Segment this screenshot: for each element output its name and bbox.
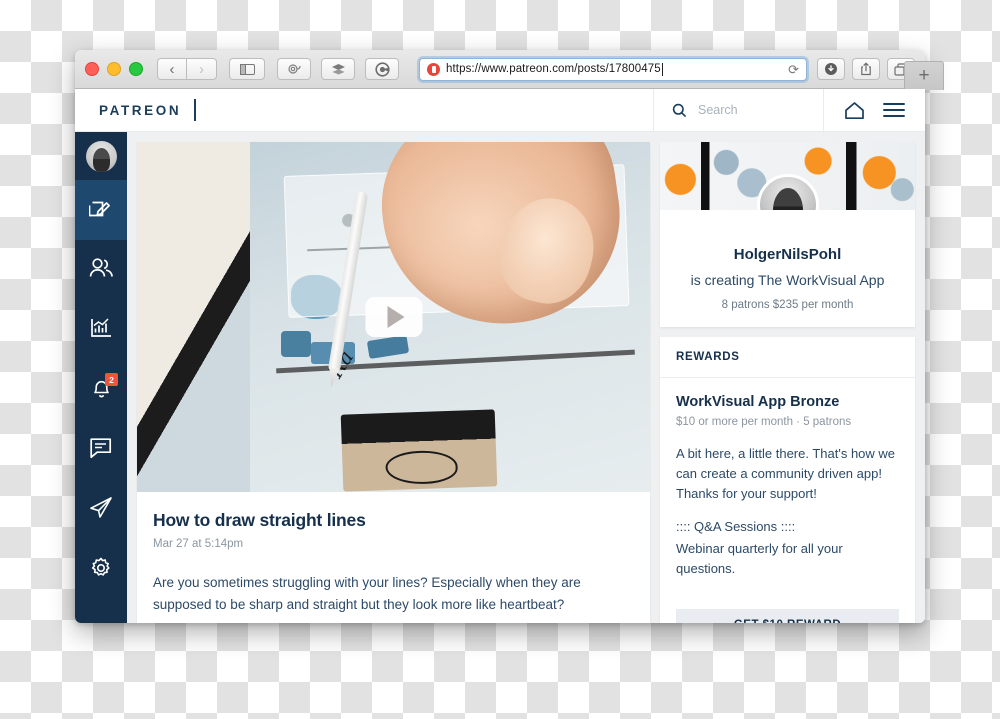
chat-bubble-icon xyxy=(89,437,113,464)
reward-title: WorkVisual App Bronze xyxy=(676,394,840,410)
page-viewport: PATREON Search 2 How to draw straight li… xyxy=(75,89,925,623)
app-stage: 2 How to draw straight lines Mar 27 at 5… xyxy=(75,132,925,623)
post-card: Ra How to draw straight lines Mar 27 at … xyxy=(137,142,650,623)
edit-square-icon xyxy=(88,196,113,225)
sidebar-item-notifications[interactable]: 2 xyxy=(75,360,127,420)
sidebar-toggle-button[interactable] xyxy=(229,58,265,80)
search-icon xyxy=(672,103,687,118)
app-sidebar: 2 xyxy=(75,132,127,623)
reward-description: A bit here, a little there. That's how w… xyxy=(676,444,899,579)
minimize-window-button[interactable] xyxy=(107,62,121,76)
sidebar-item-messages[interactable] xyxy=(75,420,127,480)
creator-name[interactable]: HolgerNilsPohl xyxy=(674,246,901,263)
patreon-logo[interactable]: PATREON xyxy=(75,99,197,121)
rewards-card: REWARDS WorkVisual App Bronze $10 or mor… xyxy=(660,337,915,623)
layers-button[interactable] xyxy=(321,58,355,80)
close-window-button[interactable] xyxy=(85,62,99,76)
search-box[interactable]: Search xyxy=(653,89,823,131)
reward-desc-paragraph: Webinar quarterly for all your questions… xyxy=(676,541,843,576)
bar-chart-icon xyxy=(90,317,113,344)
right-rail: HolgerNilsPohl is creating The WorkVisua… xyxy=(660,142,915,623)
browser-toolbar: ‹ › https://www.patreon.com/posts/178004… xyxy=(75,50,944,90)
snail-icon xyxy=(288,64,301,74)
play-button-icon[interactable] xyxy=(365,297,422,337)
share-button[interactable] xyxy=(852,58,880,80)
paper-plane-icon xyxy=(89,496,113,524)
get-reward-button[interactable]: GET $10 REWARD xyxy=(676,608,899,623)
chevron-right-icon: › xyxy=(199,60,204,78)
downloads-button[interactable] xyxy=(817,58,845,80)
chevron-left-icon: ‹ xyxy=(169,60,175,78)
reward-meta: $10 or more per month · 5 patrons xyxy=(676,416,852,428)
sketch-card xyxy=(340,408,498,492)
creator-info: HolgerNilsPohl is creating The WorkVisua… xyxy=(660,210,915,327)
home-icon[interactable] xyxy=(844,101,865,120)
extension-icon xyxy=(374,61,390,77)
notification-badge: 2 xyxy=(105,373,118,386)
stack-icon xyxy=(331,63,345,74)
sidebar-item-insights[interactable] xyxy=(75,300,127,360)
sidebar-item-send[interactable] xyxy=(75,480,127,540)
avatar xyxy=(85,140,117,172)
rewards-section-title: REWARDS xyxy=(660,337,915,378)
address-bar[interactable]: https://www.patreon.com/posts/17800475 ⟳ xyxy=(419,57,807,81)
reward-tier: WorkVisual App Bronze $10 or more per mo… xyxy=(660,378,915,593)
creator-cover xyxy=(660,142,915,210)
sidebar-icon xyxy=(239,63,255,75)
search-placeholder: Search xyxy=(698,103,738,117)
reader-snail-button[interactable] xyxy=(277,58,311,80)
post-date: Mar 27 at 5:14pm xyxy=(153,538,244,550)
sketch-blob xyxy=(280,331,311,357)
reward-desc-paragraph: A bit here, a little there. That's how w… xyxy=(676,446,896,501)
header-icons xyxy=(823,89,925,131)
people-icon xyxy=(89,257,114,284)
reload-icon[interactable]: ⟳ xyxy=(788,63,799,76)
main-content: Ra How to draw straight lines Mar 27 at … xyxy=(127,132,925,623)
download-icon xyxy=(825,63,837,75)
patreon-logo-bar xyxy=(194,99,197,121)
share-icon xyxy=(861,62,871,76)
text-caret xyxy=(661,62,663,76)
site-favicon xyxy=(427,62,440,76)
post-text: Are you sometimes struggling with your l… xyxy=(153,575,581,612)
extension-button[interactable] xyxy=(365,58,399,80)
back-button[interactable]: ‹ xyxy=(157,58,187,80)
url-text: https://www.patreon.com/posts/17800475 xyxy=(446,63,661,75)
post-video[interactable]: Ra xyxy=(137,142,650,492)
sidebar-item-patrons[interactable] xyxy=(75,240,127,300)
reward-desc-paragraph: :::: Q&A Sessions :::: xyxy=(676,519,796,535)
forward-button[interactable]: › xyxy=(187,58,217,80)
browser-window: ‹ › https://www.patreon.com/posts/178004… xyxy=(75,50,944,623)
creator-card: HolgerNilsPohl is creating The WorkVisua… xyxy=(660,142,915,327)
sidebar-item-create-post[interactable] xyxy=(75,180,127,240)
new-tab-button[interactable]: + xyxy=(904,61,944,90)
patreon-header: PATREON Search xyxy=(75,89,925,132)
sidebar-item-profile[interactable] xyxy=(75,132,127,180)
gear-icon xyxy=(89,556,113,585)
post-body: How to draw straight lines Mar 27 at 5:1… xyxy=(137,492,650,616)
hamburger-menu-icon[interactable] xyxy=(883,102,905,118)
toolbar-right-buttons xyxy=(817,58,915,80)
creator-tagline: is creating The WorkVisual App xyxy=(690,272,885,288)
patreon-wordmark: PATREON xyxy=(99,102,182,118)
navigation-buttons: ‹ › xyxy=(157,58,217,80)
maximize-window-button[interactable] xyxy=(129,62,143,76)
window-controls xyxy=(85,62,143,76)
post-title: How to draw straight lines xyxy=(153,510,366,530)
sidebar-item-settings[interactable] xyxy=(75,540,127,600)
creator-stats: 8 patrons $235 per month xyxy=(721,299,854,311)
